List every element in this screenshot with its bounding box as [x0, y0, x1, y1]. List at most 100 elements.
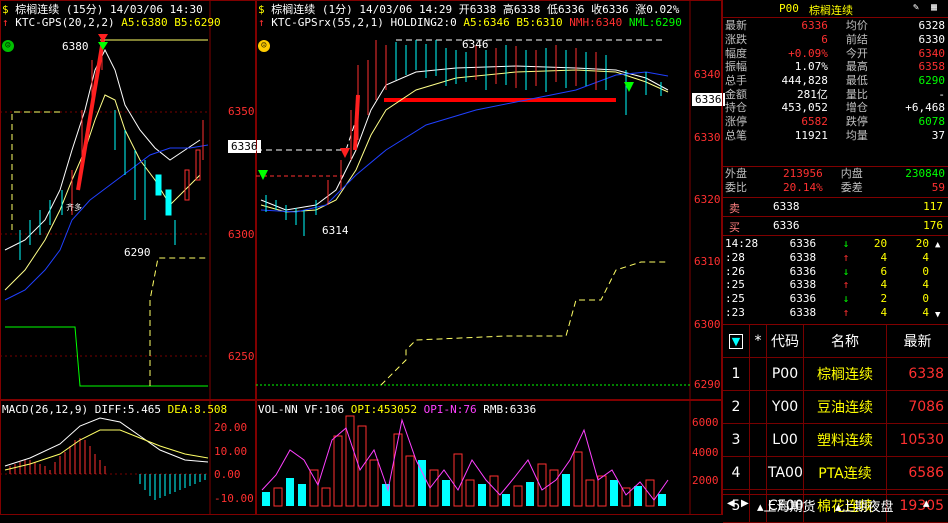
stat-label: 前结 — [830, 33, 886, 47]
buy-row: 买 6336 176 — [723, 219, 947, 233]
quote-stat-row: 总笔11921均量37 — [723, 129, 947, 143]
quote-panel: P00 棕榈连续 ✎ ▦ 最新6336均价6328涨跌6前结6330幅度+0.0… — [722, 0, 948, 515]
mid-axis-4: 6310 — [694, 255, 721, 268]
tick-p: 6336 — [788, 292, 841, 306]
volume-panel[interactable]: VOL-NN VF:106 OPI:453052 OPI-N:76 RMB:63… — [256, 400, 722, 515]
stat-label: 量比 — [830, 87, 886, 101]
quote-stat-row: 涨停6582跌停6078 — [723, 115, 947, 129]
config-icon[interactable]: ▦ — [931, 2, 937, 13]
macd-panel[interactable]: MACD(26,12,9) DIFF:5.465 DEA:8.508 20.00… — [0, 400, 256, 515]
tick-v: 20 — [859, 237, 889, 251]
stat-label: 金额 — [723, 87, 759, 101]
watchlist-name: PTA连续 — [804, 457, 887, 490]
tick-row: :286338↑44 — [723, 251, 947, 265]
watchlist-n: 3 — [723, 424, 750, 457]
stat-label: 振幅 — [723, 60, 759, 74]
left-title: 棕榈连续 — [15, 3, 59, 16]
watchlist-code: TA00 — [767, 457, 804, 490]
watchlist-price: 7086 — [887, 391, 948, 424]
dollar-icon: $ — [258, 3, 265, 16]
watchlist-n: 1 — [723, 358, 750, 391]
watchlist-n: 4 — [723, 457, 750, 490]
watchlist-price: 6338 — [887, 358, 948, 391]
arrow-up-icon: ↑ — [258, 16, 265, 29]
watchlist-row[interactable]: 2Y00豆油连续7086 — [723, 391, 948, 424]
quote-outer: 外盘 213956 内盘 230840 委比 20.14% 委差 59 — [723, 167, 947, 194]
quote-stat-row: 持仓453,052增仓+6,468 — [723, 101, 947, 115]
stat-value: 444,828 — [759, 74, 829, 88]
tick-d: ↑ — [841, 305, 859, 319]
stat-label: 今开 — [830, 46, 886, 60]
tick-scroll-down[interactable]: ▼ — [935, 310, 940, 320]
watchlist-code: Y00 — [767, 391, 804, 424]
tick-v: 2 — [859, 292, 889, 306]
tick-p: 6338 — [788, 251, 841, 265]
tick-t: :28 — [723, 251, 788, 265]
tick-row: :266336↓60 — [723, 264, 947, 278]
stat-value: 6328 — [886, 19, 947, 33]
stat-label: 最新 — [723, 19, 759, 33]
left-candles — [20, 110, 175, 260]
tick-scroll-up[interactable]: ▲ — [935, 240, 940, 250]
macd-axis-3: 0.00 — [214, 468, 241, 481]
macd-axis-2: 10.00 — [214, 445, 247, 458]
stat-label: 跌停 — [830, 115, 886, 129]
quote-name: 棕榈连续 — [809, 2, 853, 18]
mid-axis-2: 6330 — [694, 131, 721, 144]
tick-v: 4 — [859, 305, 889, 319]
dollar-icon: $ — [2, 3, 9, 16]
tick-row: :256338↑44 — [723, 278, 947, 292]
watchlist-row[interactable]: 4TA00PTA连续6586 — [723, 457, 948, 490]
left-high-label: 6380 — [62, 40, 89, 53]
tick-list[interactable]: 14:286336↓2020:286338↑44:266336↓60:25633… — [723, 237, 947, 319]
stat-label: 幅度 — [723, 46, 759, 60]
mid-axis-1: 6340 — [694, 68, 721, 81]
sell-row: 卖 6338 117 — [723, 200, 947, 214]
tab-next-icon[interactable]: ▶ — [741, 498, 749, 509]
tick-o: 4 — [889, 278, 947, 292]
tick-row: 14:286336↓2020 — [723, 237, 947, 251]
watchlist-name: 塑料连续 — [804, 424, 887, 457]
tab-night-session[interactable]: ▴上期夜盘 — [835, 496, 894, 515]
mid-chart-panel[interactable]: $ 棕榈连续 (1分) 14/03/06 14:29 开6338 高6338 低… — [256, 0, 722, 400]
mid-axis-3: 6320 — [694, 193, 721, 206]
tick-t: :26 — [723, 264, 788, 278]
smiley-icon: ☺ — [2, 40, 14, 52]
tick-p: 6338 — [788, 305, 841, 319]
tab-scroll-right[interactable]: ▴ — [923, 496, 930, 511]
vol-label: VOL-NN — [258, 403, 298, 416]
left-chart-panel[interactable]: $ 棕榈连续 (15分) 14/03/06 14:30 ↑ KTC-GPS(20… — [0, 0, 256, 400]
watchlist-row[interactable]: 1P00棕榈连续6338 — [723, 358, 948, 391]
quote-code: P00 — [779, 2, 799, 15]
quote-stats: 最新6336均价6328涨跌6前结6330幅度+0.09%今开6340振幅1.0… — [723, 19, 947, 142]
mid-price-tag: 6336 — [692, 93, 725, 106]
stat-value: 6290 — [886, 74, 947, 88]
volume-canvas — [256, 400, 722, 515]
tick-v: 4 — [859, 278, 889, 292]
quote-stat-row: 幅度+0.09%今开6340 — [723, 46, 947, 60]
watchlist-n: 2 — [723, 391, 750, 424]
tick-row: :256336↓20 — [723, 292, 947, 306]
macd-label: MACD(26,12,9) — [2, 403, 88, 416]
tick-o: 0 — [889, 292, 947, 306]
stat-label: 均量 — [830, 129, 886, 143]
stat-value: 6078 — [886, 115, 947, 129]
tool-icon[interactable]: ✎ — [913, 2, 919, 13]
stat-label: 持仓 — [723, 101, 759, 115]
stat-label: 均价 — [830, 19, 886, 33]
watchlist-row[interactable]: 3L00塑料连续10530 — [723, 424, 948, 457]
vol-axis-2: 4000 — [692, 446, 719, 459]
stat-value: 6358 — [886, 60, 947, 74]
stat-label: 最低 — [830, 74, 886, 88]
stat-value: - — [886, 87, 947, 101]
tab-shanghai-futures[interactable]: ▴上海期货 — [757, 496, 816, 515]
stat-label: 涨跌 — [723, 33, 759, 47]
sort-dropdown-icon[interactable]: ▼ — [729, 334, 743, 349]
stat-label: 最高 — [830, 60, 886, 74]
stat-value: 6 — [759, 33, 829, 47]
tab-prev-icon[interactable]: ◀ — [727, 498, 735, 509]
tick-t: :25 — [723, 278, 788, 292]
stat-value: 37 — [886, 129, 947, 143]
watchlist-price: 10530 — [887, 424, 948, 457]
watchlist-code: P00 — [767, 358, 804, 391]
